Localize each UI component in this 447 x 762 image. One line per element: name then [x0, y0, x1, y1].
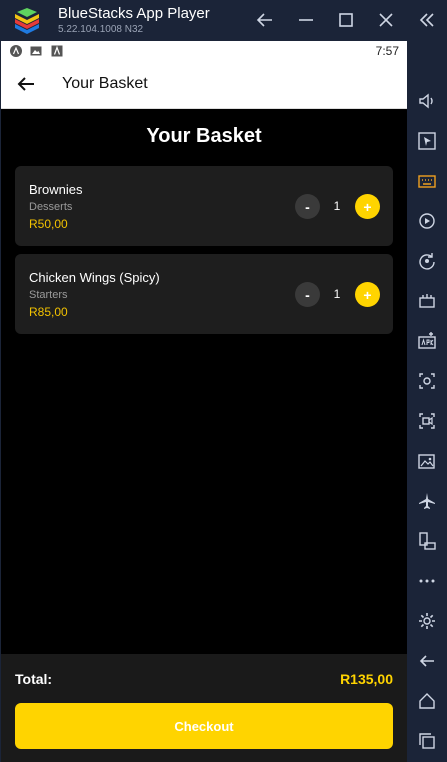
basket-footer: Total: R135,00 Checkout: [1, 654, 407, 762]
pointer-button[interactable]: [415, 129, 439, 153]
home-icon: [419, 693, 435, 709]
double-chevron-left-icon: [419, 13, 434, 27]
rotate-icon: [419, 253, 435, 270]
volume-button[interactable]: [415, 89, 439, 113]
app-title: BlueStacks App Player: [58, 5, 210, 22]
minimize-button[interactable]: [294, 8, 318, 32]
total-label: Total:: [15, 671, 53, 687]
item-name: Brownies: [29, 182, 83, 197]
status-time: 7:57: [375, 44, 399, 58]
item-category: Desserts: [29, 201, 73, 213]
more-icon: [419, 579, 435, 583]
image-notification-icon: [30, 46, 42, 56]
bluestacks-logo-icon: [15, 8, 39, 34]
settings-icon: [419, 613, 435, 629]
item-price: R85,00: [29, 305, 68, 319]
close-button[interactable]: [374, 8, 398, 32]
recents-icon: [419, 733, 435, 749]
page-heading: Your Basket: [146, 125, 262, 147]
keyboard-button[interactable]: [415, 169, 439, 193]
back-window-button[interactable]: [253, 8, 277, 32]
item-name: Chicken Wings (Spicy): [29, 270, 160, 285]
decrease-quantity-button[interactable]: -: [295, 194, 320, 219]
app-notification-icon: [51, 45, 63, 57]
resize-icon: [419, 532, 436, 550]
pointer-icon: [418, 132, 436, 150]
volume-icon: [419, 93, 433, 109]
increase-quantity-button[interactable]: +: [355, 282, 380, 307]
android-back-button[interactable]: [415, 649, 439, 673]
decrease-quantity-button[interactable]: -: [295, 282, 320, 307]
more-button[interactable]: [415, 569, 439, 593]
keyboard-icon: [418, 175, 436, 188]
macro-play-icon: [419, 213, 435, 229]
total-value: R135,00: [340, 671, 393, 687]
collapse-sidebar-button[interactable]: [415, 8, 439, 32]
airplane-mode-button[interactable]: [415, 489, 439, 513]
rotate-button[interactable]: [415, 249, 439, 273]
basket-item-card: Brownies Desserts R50,00 - 1 +: [15, 166, 393, 246]
minimize-icon: [299, 19, 313, 21]
status-bar: 7:57: [1, 41, 407, 61]
item-quantity: 1: [333, 287, 341, 301]
back-icon: [419, 655, 434, 667]
settings-button[interactable]: [415, 609, 439, 633]
maximize-button[interactable]: [334, 8, 358, 32]
app-version: 5.22.104.1008 N32: [58, 24, 144, 35]
maximize-icon: [339, 13, 353, 27]
item-quantity: 1: [333, 199, 341, 213]
macro-button[interactable]: [415, 209, 439, 233]
app-bar: Your Basket: [1, 61, 407, 109]
increase-quantity-button[interactable]: +: [355, 194, 380, 219]
screenshot-button[interactable]: [415, 369, 439, 393]
android-screen: 7:57 Your Basket Your Basket Brownies De…: [1, 41, 407, 762]
apk-install-icon: [418, 332, 436, 349]
multi-instance-icon: [419, 294, 435, 308]
airplane-icon: [419, 493, 435, 509]
android-status-icon: [10, 45, 22, 57]
screen-record-icon: [419, 413, 435, 429]
close-icon: [379, 13, 393, 27]
checkout-button[interactable]: Checkout: [15, 703, 393, 749]
appbar-title: Your Basket: [62, 75, 148, 92]
android-home-button[interactable]: [415, 689, 439, 713]
item-category: Starters: [29, 289, 68, 301]
resize-button[interactable]: [415, 529, 439, 553]
arrow-left-icon: [256, 13, 272, 27]
screenshot-icon: [419, 373, 435, 389]
bluestacks-sidebar: [407, 41, 447, 762]
media-folder-icon: [418, 454, 435, 469]
arrow-back-icon[interactable]: [15, 73, 37, 95]
android-recents-button[interactable]: [415, 729, 439, 753]
apk-install-button[interactable]: [415, 329, 439, 353]
screen-record-button[interactable]: [415, 409, 439, 433]
item-price: R50,00: [29, 217, 68, 231]
multi-instance-button[interactable]: [415, 289, 439, 313]
media-folder-button[interactable]: [415, 449, 439, 473]
basket-item-card: Chicken Wings (Spicy) Starters R85,00 - …: [15, 254, 393, 334]
window-titlebar: BlueStacks App Player 5.22.104.1008 N32: [0, 0, 447, 41]
